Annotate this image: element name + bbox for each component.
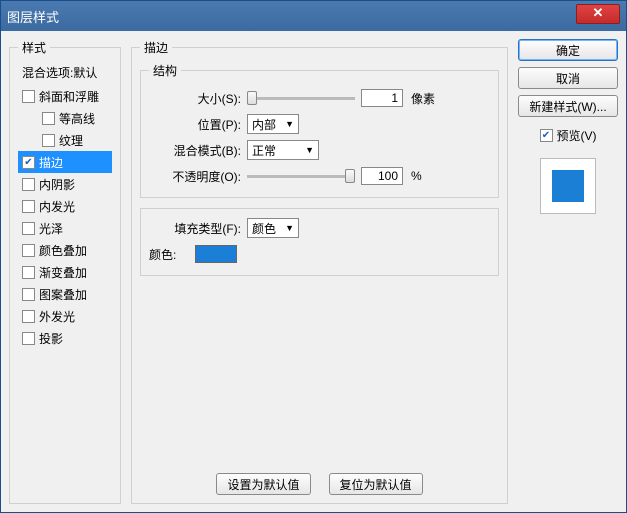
style-item-color-overlay[interactable]: 颜色叠加 (18, 239, 112, 261)
checkbox[interactable] (22, 178, 35, 191)
style-item-satin[interactable]: 光泽 (18, 217, 112, 239)
preview-box (540, 158, 596, 214)
color-row: 颜色: (149, 241, 490, 267)
checkbox[interactable] (22, 200, 35, 213)
size-slider[interactable] (247, 97, 355, 100)
blend-options-default[interactable]: 混合选项:默认 (18, 62, 112, 85)
checkbox[interactable] (22, 90, 35, 103)
make-default-button[interactable]: 设置为默认值 (216, 473, 310, 495)
style-item-outer-glow[interactable]: 外发光 (18, 305, 112, 327)
filltype-dropdown[interactable]: 颜色 ▼ (247, 218, 299, 238)
checkbox[interactable] (540, 129, 553, 142)
fill-group: 填充类型(F): 颜色 ▼ 颜色: (140, 208, 499, 276)
preview-swatch (552, 170, 584, 202)
client-area: 样式 混合选项:默认 斜面和浮雕 等高线 纹理 描边 内阴影 内发光 光泽 颜色… (1, 31, 626, 512)
style-label: 斜面和浮雕 (39, 88, 99, 105)
checkbox[interactable] (22, 332, 35, 345)
style-list: 混合选项:默认 斜面和浮雕 等高线 纹理 描边 内阴影 内发光 光泽 颜色叠加 … (18, 62, 112, 349)
style-item-inner-glow[interactable]: 内发光 (18, 195, 112, 217)
blend-value: 正常 (252, 142, 276, 159)
style-label: 图案叠加 (39, 286, 87, 303)
styles-list-panel: 样式 混合选项:默认 斜面和浮雕 等高线 纹理 描边 内阴影 内发光 光泽 颜色… (9, 39, 121, 504)
position-dropdown[interactable]: 内部 ▼ (247, 114, 299, 134)
new-style-button[interactable]: 新建样式(W)... (518, 95, 618, 117)
checkbox[interactable] (22, 288, 35, 301)
opacity-label: 不透明度(O): (149, 168, 241, 185)
styles-header: 样式 (18, 39, 50, 56)
position-row: 位置(P): 内部 ▼ (149, 111, 490, 137)
defaults-buttons: 设置为默认值 复位为默认值 (140, 473, 499, 495)
titlebar[interactable]: 图层样式 ✕ (1, 1, 626, 31)
opacity-row: 不透明度(O): 100 % (149, 163, 490, 189)
style-item-contour[interactable]: 等高线 (18, 107, 112, 129)
position-label: 位置(P): (149, 116, 241, 133)
size-row: 大小(S): 1 像素 (149, 85, 490, 111)
color-swatch[interactable] (195, 245, 237, 263)
style-label: 投影 (39, 330, 63, 347)
checkbox[interactable] (22, 244, 35, 257)
style-label: 内阴影 (39, 176, 75, 193)
style-item-inner-shadow[interactable]: 内阴影 (18, 173, 112, 195)
chevron-down-icon: ▼ (285, 223, 294, 233)
checkbox[interactable] (22, 156, 35, 169)
filltype-value: 颜色 (252, 220, 276, 237)
size-input[interactable]: 1 (361, 89, 403, 107)
size-label: 大小(S): (149, 90, 241, 107)
style-item-texture[interactable]: 纹理 (18, 129, 112, 151)
color-label: 颜色: (149, 246, 189, 263)
checkbox[interactable] (22, 222, 35, 235)
opacity-slider[interactable] (247, 175, 355, 178)
ok-button[interactable]: 确定 (518, 39, 618, 61)
style-item-stroke[interactable]: 描边 (18, 151, 112, 173)
blend-row: 混合模式(B): 正常 ▼ (149, 137, 490, 163)
filltype-row: 填充类型(F): 颜色 ▼ (149, 215, 490, 241)
style-label: 等高线 (59, 110, 95, 127)
style-item-pattern-overlay[interactable]: 图案叠加 (18, 283, 112, 305)
style-item-drop-shadow[interactable]: 投影 (18, 327, 112, 349)
checkbox[interactable] (42, 112, 55, 125)
close-button[interactable]: ✕ (576, 4, 620, 24)
reset-default-button[interactable]: 复位为默认值 (329, 473, 423, 495)
layer-style-dialog: 图层样式 ✕ 样式 混合选项:默认 斜面和浮雕 等高线 纹理 描边 内阴影 内发… (0, 0, 627, 513)
position-value: 内部 (252, 116, 276, 133)
style-item-bevel[interactable]: 斜面和浮雕 (18, 85, 112, 107)
opacity-input[interactable]: 100 (361, 167, 403, 185)
style-label: 内发光 (39, 198, 75, 215)
right-column: 确定 取消 新建样式(W)... 预览(V) (518, 39, 618, 504)
blend-dropdown[interactable]: 正常 ▼ (247, 140, 319, 160)
blend-label: 混合模式(B): (149, 142, 241, 159)
stroke-panel: 描边 结构 大小(S): 1 像素 位置(P): 内部 ▼ (131, 39, 508, 504)
stroke-panel-title: 描边 (140, 39, 172, 56)
checkbox[interactable] (22, 266, 35, 279)
checkbox[interactable] (42, 134, 55, 147)
preview-toggle[interactable]: 预览(V) (518, 127, 618, 144)
style-label: 纹理 (59, 132, 83, 149)
chevron-down-icon: ▼ (285, 119, 294, 129)
style-label: 颜色叠加 (39, 242, 87, 259)
filltype-label: 填充类型(F): (149, 220, 241, 237)
preview-label: 预览(V) (557, 127, 597, 144)
structure-group: 结构 大小(S): 1 像素 位置(P): 内部 ▼ 混合模式(B): (140, 62, 499, 198)
style-label: 光泽 (39, 220, 63, 237)
style-item-gradient-overlay[interactable]: 渐变叠加 (18, 261, 112, 283)
style-label: 描边 (39, 154, 63, 171)
window-title: 图层样式 (7, 7, 576, 26)
style-label: 渐变叠加 (39, 264, 87, 281)
structure-title: 结构 (149, 62, 181, 79)
cancel-button[interactable]: 取消 (518, 67, 618, 89)
size-unit: 像素 (411, 90, 435, 107)
opacity-unit: % (411, 169, 422, 183)
style-label: 外发光 (39, 308, 75, 325)
checkbox[interactable] (22, 310, 35, 323)
chevron-down-icon: ▼ (305, 145, 314, 155)
